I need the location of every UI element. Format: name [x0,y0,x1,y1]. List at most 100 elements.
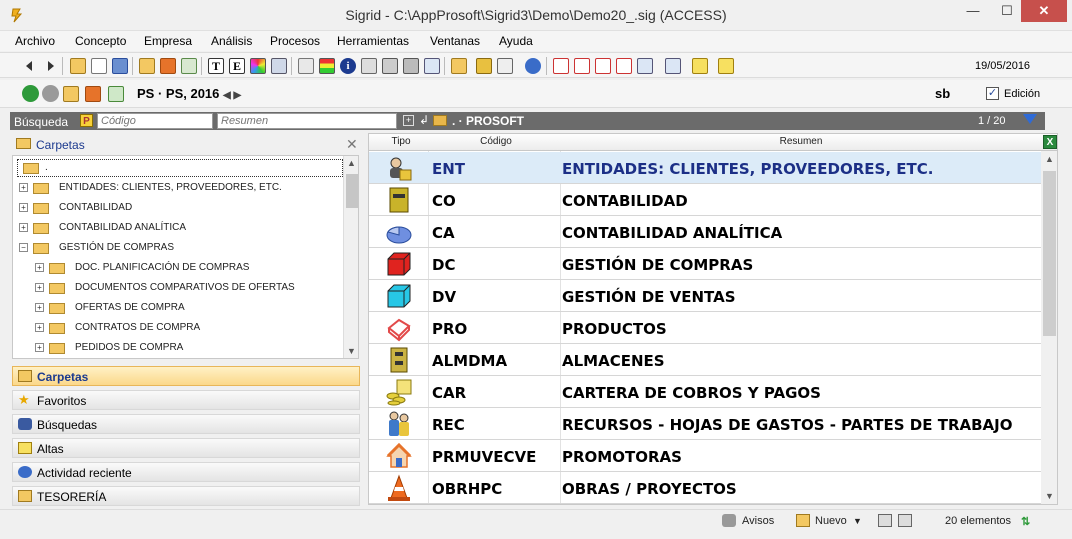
table-row[interactable]: CAR CARTERA DE COBROS Y PAGOS [369,376,1041,408]
back-arrow-icon[interactable] [22,58,38,74]
grid-scrollbar[interactable]: ▲ ▼ [1041,151,1057,504]
table-row[interactable]: REC RECURSOS - HOJAS DE GASTOS - PARTES D… [369,408,1041,440]
menu-concepto[interactable]: Concepto [75,34,126,48]
close-panel-icon[interactable]: ✕ [346,136,358,153]
table-row[interactable]: OBRHPC OBRAS / PROYECTOS [369,472,1041,504]
report-icon[interactable] [497,58,513,74]
document-red-3-icon[interactable] [595,58,611,74]
open-folder-icon[interactable] [70,58,86,74]
export-excel-icon[interactable]: X [1043,135,1057,149]
avisos-button[interactable]: Avisos [742,515,774,527]
menu-ventanas[interactable]: Ventanas [430,34,480,48]
scroll-thumb[interactable] [346,174,358,208]
tools-icon[interactable] [403,58,419,74]
table-row[interactable]: CA CONTABILIDAD ANALÍTICA [369,216,1041,248]
scroll-thumb[interactable] [1043,171,1056,336]
save-icon[interactable] [112,58,128,74]
table-row[interactable]: DC GESTIÓN DE COMPRAS [369,248,1041,280]
code-search-input[interactable] [97,113,213,129]
expand-icon[interactable]: + [19,203,28,212]
new-document-icon[interactable] [91,58,107,74]
properties-icon[interactable] [271,58,287,74]
enter-search-icon[interactable]: ↲ [419,113,429,127]
table-row[interactable]: PRMUVECVE PROMOTORAS [369,440,1041,472]
document-red-2-icon[interactable] [574,58,590,74]
go-forward-icon[interactable] [42,85,59,102]
column-codigo[interactable]: Código [432,136,560,147]
globe-icon[interactable] [525,58,541,74]
column-tipo[interactable]: Tipo [383,136,419,147]
print-icon[interactable] [361,58,377,74]
edit-mode-checkbox[interactable]: ✓ [986,87,999,100]
expand-icon[interactable]: + [35,303,44,312]
scroll-up-icon[interactable]: ▲ [347,158,356,168]
folder-icon[interactable] [451,58,467,74]
tree-root-selection[interactable] [17,159,343,177]
text-edit-icon[interactable]: E [229,58,245,74]
home-icon[interactable] [160,58,176,74]
expand-search-icon[interactable]: + [403,115,414,126]
folder-up-icon[interactable] [139,58,155,74]
accordion-carpetas[interactable]: Carpetas [12,366,360,386]
minimize-button[interactable]: — [956,0,990,22]
maximize-button[interactable]: ☐ [990,0,1024,22]
search-mode-icon[interactable]: P [80,114,93,127]
menu-herramientas[interactable]: Herramientas [337,34,409,48]
refresh-icon[interactable]: ⇅ [1021,515,1030,528]
nuevo-button[interactable]: Nuevo [815,515,847,527]
note-icon[interactable] [692,58,708,74]
accordion-busquedas[interactable]: Búsquedas [12,414,360,434]
context-arrows-icon[interactable]: ◀ ▶ [223,90,241,101]
accordion-tesoreria[interactable]: TESORERÍA [12,486,360,506]
note-2-icon[interactable] [718,58,734,74]
expand-icon[interactable]: + [19,223,28,232]
forward-arrow-icon[interactable] [42,58,58,74]
settings-icon[interactable] [382,58,398,74]
nuevo-dropdown-icon[interactable]: ▼ [853,516,862,526]
home-icon[interactable] [85,86,101,102]
close-button[interactable]: ✕ [1021,0,1067,22]
column-resumen[interactable]: Resumen [562,136,1040,147]
expand-icon[interactable]: + [35,263,44,272]
table-row[interactable]: ENT ENTIDADES: CLIENTES, PROVEEDORES, ETC… [369,152,1041,184]
refresh-icon[interactable] [181,58,197,74]
print-icon[interactable] [898,514,912,527]
window-icon[interactable] [424,58,440,74]
traffic-light-icon[interactable] [319,58,335,74]
menu-analisis[interactable]: Análisis [211,34,252,48]
tree-scrollbar[interactable]: ▲ ▼ [343,156,358,358]
menu-procesos[interactable]: Procesos [270,34,320,48]
folder-up-icon[interactable] [63,86,79,102]
scroll-down-icon[interactable]: ▼ [347,346,356,356]
layout-icon[interactable] [878,514,892,527]
menu-archivo[interactable]: Archivo [15,34,55,48]
summary-search-input[interactable] [217,113,397,129]
expand-icon[interactable]: + [35,343,44,352]
folder-tree[interactable]: . + ENTIDADES: CLIENTES, PROVEEDORES, ET… [12,155,359,359]
table-row[interactable]: CO CONTABILIDAD [369,184,1041,216]
user-window-icon[interactable] [665,58,681,74]
document-red-4-icon[interactable] [616,58,632,74]
text-style-icon[interactable]: T [208,58,224,74]
accordion-actividad-reciente[interactable]: Actividad reciente [12,462,360,482]
info-icon[interactable]: i [340,58,356,74]
accordion-altas[interactable]: Altas [12,438,360,458]
refresh-icon[interactable] [108,86,124,102]
scroll-up-icon[interactable]: ▲ [1045,154,1054,164]
accordion-favoritos[interactable]: ★ Favoritos [12,390,360,410]
table-row[interactable]: DV GESTIÓN DE VENTAS [369,280,1041,312]
go-back-icon[interactable] [22,85,39,102]
filter-icon[interactable] [1023,114,1037,124]
expand-icon[interactable]: + [35,283,44,292]
checklist-icon[interactable] [298,58,314,74]
menu-empresa[interactable]: Empresa [144,34,192,48]
document-red-icon[interactable] [553,58,569,74]
scroll-down-icon[interactable]: ▼ [1045,491,1054,501]
table-row[interactable]: ALMDMA ALMACENES [369,344,1041,376]
table-row[interactable]: PRO PRODUCTOS [369,312,1041,344]
calculator-icon[interactable] [637,58,653,74]
color-palette-icon[interactable] [250,58,266,74]
key-icon[interactable] [476,58,492,74]
menu-ayuda[interactable]: Ayuda [499,34,533,48]
expand-icon[interactable]: + [35,323,44,332]
